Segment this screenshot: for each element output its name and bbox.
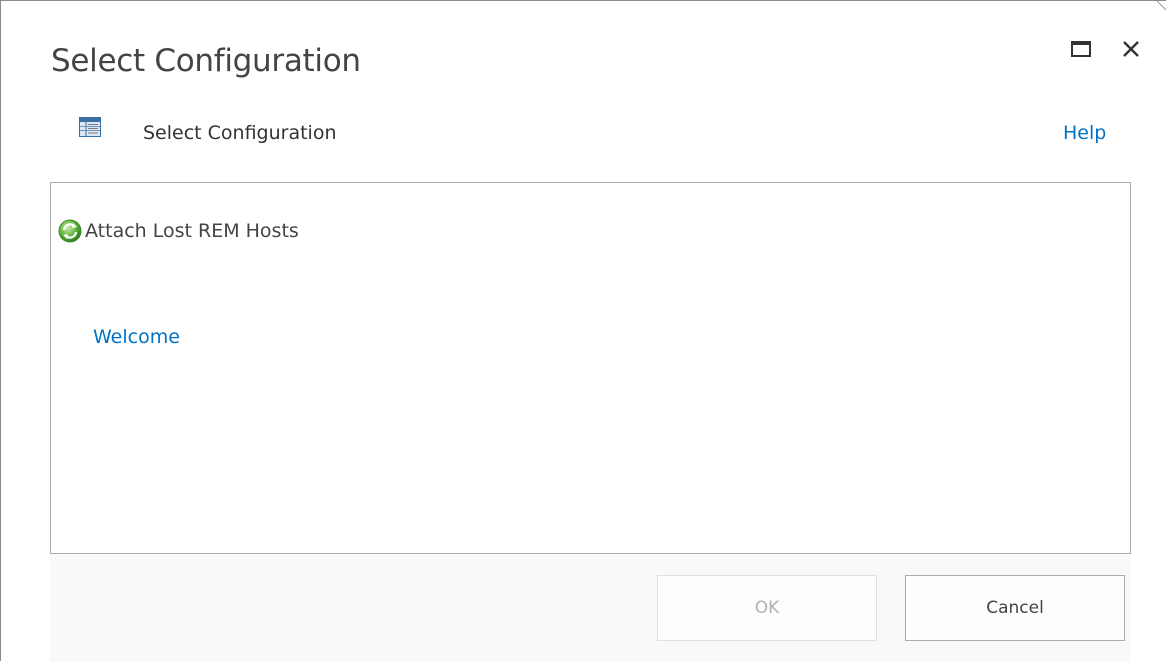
dialog-header-row: Select Configuration Help [79,117,1115,151]
ok-button[interactable]: OK [657,575,877,641]
select-configuration-dialog: Select Configuration Select Configuratio… [0,0,1166,662]
close-icon [1123,41,1139,57]
close-button[interactable] [1113,31,1149,67]
configuration-tree-panel: Attach Lost REM Hosts Welcome [50,182,1131,554]
tree-node-attach-lost-rem-hosts[interactable]: Attach Lost REM Hosts [57,217,299,245]
header-label: Select Configuration [143,122,337,144]
dialog-title: Select Configuration [51,43,361,79]
maximize-button[interactable] [1063,31,1099,67]
tree-node-label: Attach Lost REM Hosts [85,220,299,242]
help-link[interactable]: Help [1063,122,1106,144]
refresh-icon [58,219,82,243]
table-icon [79,117,101,137]
maximize-icon [1071,41,1091,57]
welcome-link[interactable]: Welcome [93,326,180,348]
resize-corner-icon [1156,1,1166,11]
cancel-button[interactable]: Cancel [905,575,1125,641]
